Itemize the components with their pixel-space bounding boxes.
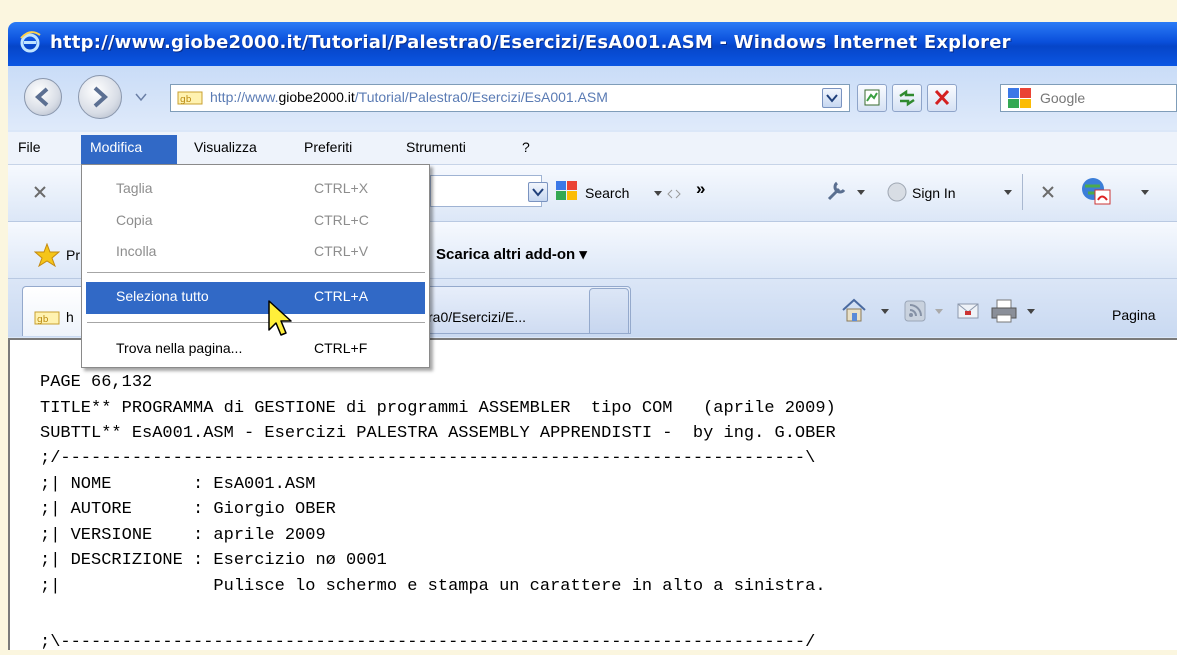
sign-in-button[interactable]: Sign In xyxy=(912,185,956,201)
menu-preferiti[interactable]: Preferiti xyxy=(304,139,352,155)
site-favicon-icon: gb xyxy=(177,91,203,105)
toolbar-divider xyxy=(1022,174,1023,210)
shortcut-copia: CTRL+C xyxy=(314,212,369,228)
rss-feed-icon[interactable] xyxy=(904,300,926,322)
shortcut-taglia: CTRL+X xyxy=(314,180,369,196)
code-line: ;\--------------------------------------… xyxy=(40,633,816,652)
toolbar-search-dropdown[interactable] xyxy=(528,182,548,202)
chevron-down-icon xyxy=(532,188,544,197)
read-mail-icon[interactable] xyxy=(956,300,980,322)
new-tab-button[interactable] xyxy=(589,288,629,334)
menu-bar xyxy=(8,132,1177,165)
toolbar-overflow-chevron[interactable]: » xyxy=(696,179,705,199)
stop-x-icon xyxy=(934,89,950,106)
code-line: ;| AUTORE : Giorgio OBER xyxy=(40,500,336,519)
menu-item-copia[interactable]: Copia xyxy=(116,212,153,228)
menu-file[interactable]: File xyxy=(18,139,41,155)
chevron-down-icon[interactable] xyxy=(880,308,890,316)
code-line: ;| NOME : EsA001.ASM xyxy=(40,475,316,494)
menu-separator xyxy=(87,272,425,273)
google-logo-icon xyxy=(1008,88,1031,108)
favorites-star-icon[interactable] xyxy=(34,243,60,267)
addons-label: Scarica altri add-on xyxy=(436,246,576,263)
menu-modifica[interactable]: Modifica xyxy=(90,139,142,155)
menu-separator xyxy=(87,322,425,323)
page-menu-button[interactable]: Pagina xyxy=(1112,307,1156,323)
wrench-icon[interactable] xyxy=(824,178,850,204)
chevron-down-icon xyxy=(826,94,838,103)
shortcut-trova: CTRL+F xyxy=(314,340,368,356)
forward-button[interactable] xyxy=(78,75,122,119)
shortcut-incolla: CTRL+V xyxy=(314,243,369,259)
code-line: PAGE 66,132 xyxy=(40,373,153,392)
code-line: ;| DESCRIZIONE : Esercizio nø 0001 xyxy=(40,551,387,570)
mouse-pointer-icon xyxy=(268,300,292,336)
menu-item-trova[interactable]: Trova nella pagina... xyxy=(116,340,242,356)
chevron-down-icon[interactable] xyxy=(856,189,866,197)
back-arrow-icon xyxy=(34,87,49,107)
chevron-down-icon xyxy=(935,309,943,314)
favorites-button[interactable]: Pr xyxy=(66,247,80,263)
close-toolbar-icon[interactable] xyxy=(32,184,48,200)
menu-item-incolla[interactable]: Incolla xyxy=(116,243,156,259)
google-logo-icon xyxy=(556,181,577,200)
close-toolbar-icon[interactable] xyxy=(1040,184,1056,200)
site-favicon-icon: gb xyxy=(34,311,60,325)
toolbar-search-input[interactable] xyxy=(430,175,542,207)
svg-text:gb: gb xyxy=(37,315,49,325)
signin-status-icon xyxy=(887,182,907,202)
history-dropdown-icon[interactable] xyxy=(134,92,148,102)
code-line: TITLE** PROGRAMMA di GESTIONE di program… xyxy=(40,399,836,418)
back-button[interactable] xyxy=(24,78,62,116)
menu-help[interactable]: ? xyxy=(522,139,530,155)
code-line: ;| VERSIONE : aprile 2009 xyxy=(40,526,326,545)
address-url: http://www.giobe2000.it/Tutorial/Palestr… xyxy=(210,89,608,105)
search-button[interactable]: Search xyxy=(585,185,629,201)
compatibility-icon xyxy=(864,89,880,106)
menu-strumenti[interactable]: Strumenti xyxy=(406,139,466,155)
menu-item-taglia[interactable]: Taglia xyxy=(116,180,153,196)
code-line: ;/--------------------------------------… xyxy=(40,449,816,468)
search-options-icon[interactable] xyxy=(652,189,688,199)
ie-logo-icon xyxy=(20,31,41,53)
window-title: http://www.giobe2000.it/Tutorial/Palestr… xyxy=(50,32,1011,53)
search-placeholder: Google xyxy=(1040,90,1086,106)
tab-active-title: h xyxy=(66,309,74,325)
address-dropdown-button[interactable] xyxy=(822,88,842,108)
chevron-down-icon[interactable] xyxy=(1140,189,1150,197)
forward-arrow-icon xyxy=(93,86,108,108)
stop-button[interactable] xyxy=(927,84,957,112)
addons-button[interactable]: Scarica altri add-on ▾ xyxy=(436,245,587,263)
compatibility-view-button[interactable] xyxy=(857,84,887,112)
pdf-converter-icon[interactable] xyxy=(1080,176,1112,206)
tab-page-title: ra0/Esercizi/E... xyxy=(428,309,527,325)
chevron-down-icon[interactable] xyxy=(1003,189,1013,197)
refresh-button[interactable] xyxy=(892,84,922,112)
code-line: SUBTTL** EsA001.ASM - Esercizi PALESTRA … xyxy=(40,424,836,443)
print-icon[interactable] xyxy=(990,298,1018,324)
shortcut-seleziona: CTRL+A xyxy=(314,288,369,304)
home-icon[interactable] xyxy=(840,296,868,324)
chevron-down-icon[interactable] xyxy=(1026,308,1036,316)
refresh-icon xyxy=(899,89,915,107)
menu-visualizza[interactable]: Visualizza xyxy=(194,139,257,155)
svg-text:gb: gb xyxy=(180,95,192,105)
code-line: ;| Pulisce lo schermo e stampa un caratt… xyxy=(40,577,826,596)
menu-item-seleziona-label: Seleziona tutto xyxy=(116,288,209,304)
